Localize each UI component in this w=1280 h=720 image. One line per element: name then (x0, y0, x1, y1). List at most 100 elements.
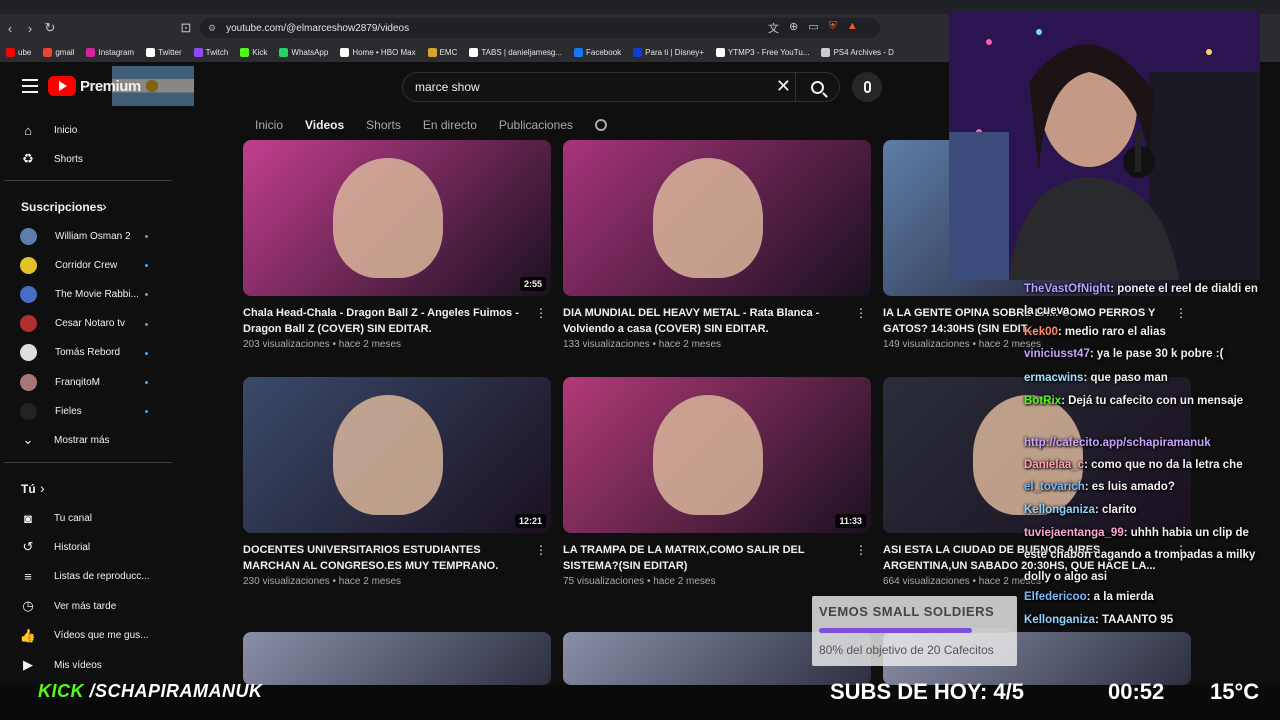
chat-text: : Dejá tu cafecito con un mensaje (1061, 395, 1244, 407)
sidebar-subscription[interactable]: Fieles (20, 401, 170, 421)
video-title[interactable]: Chala Head-Chala - Dragon Ball Z - Angel… (243, 305, 531, 337)
video-thumbnail[interactable]: 12:21 (243, 377, 551, 533)
sidebar-divider (4, 462, 172, 463)
sidebar-item-you[interactable]: ▶ Mis vídeos (20, 655, 170, 675)
tab-inicio[interactable]: Inicio (255, 118, 283, 132)
bookmark-item[interactable]: Facebook (574, 47, 621, 57)
thumbnail-figure (333, 158, 443, 278)
video-thumbnail[interactable] (243, 632, 551, 685)
bookmark-item[interactable]: gmail (43, 47, 75, 57)
video-card[interactable]: 2:55 Chala Head-Chala - Dragon Ball Z - A… (243, 140, 551, 350)
bookmark-item[interactable]: Kick (240, 47, 267, 57)
chat-username[interactable]: TheVastOfNight (1024, 283, 1110, 295)
chat-username[interactable]: Kellonganiza (1024, 504, 1095, 516)
bookmark-item[interactable]: Twitch (193, 47, 228, 57)
video-card[interactable] (243, 632, 551, 685)
bookmark-item[interactable]: Para ti | Disney+ (633, 47, 704, 57)
tab-en-directo[interactable]: En directo (423, 118, 477, 132)
bookmark-item[interactable]: Home • HBO Max (340, 47, 416, 57)
more-actions-icon[interactable]: ⋮ (535, 306, 547, 320)
sidebar-item-shorts[interactable]: ♻ Shorts (20, 149, 170, 169)
sidebar-subscription[interactable]: Cesar Notaro tv (20, 314, 170, 334)
bookmark-item[interactable]: WhatsApp (279, 47, 328, 57)
more-actions-icon[interactable]: ⋮ (535, 543, 547, 557)
tab-videos[interactable]: Videos (305, 118, 344, 132)
goal-progress-fill (819, 628, 972, 633)
translate-icon[interactable]: 文 (768, 20, 779, 36)
bookmark-item[interactable]: YTMP3 - Free YouTu... (715, 47, 809, 57)
sidebar-item-you[interactable]: ≡ Listas de reproducc... (20, 567, 170, 587)
sidebar-item-inicio[interactable]: ⌂ Inicio (20, 120, 170, 140)
chat-username[interactable]: viniciusst47 (1024, 348, 1090, 360)
sidebar-subscription[interactable]: Corridor Crew (20, 255, 170, 275)
chat-text: : medio raro el alias (1057, 326, 1166, 338)
clear-search-icon[interactable]: ✕ (776, 76, 791, 97)
chat-username[interactable]: tuviejaentanga_99 (1024, 527, 1124, 539)
bookmark-item[interactable]: TABS | danieljamesg... (469, 47, 562, 57)
video-thumbnail[interactable] (563, 140, 871, 296)
more-actions-icon[interactable]: ⋮ (855, 306, 867, 320)
menu-icon[interactable] (22, 79, 38, 93)
bookmark-item[interactable]: Instagram (86, 47, 134, 57)
chat-text: : es luis amado? (1084, 481, 1175, 493)
voice-search-button[interactable] (852, 72, 882, 102)
bookmark-icon (43, 47, 53, 57)
cast-icon[interactable]: ▭ (808, 20, 818, 36)
video-card[interactable]: 11:33 LA TRAMPA DE LA MATRIX,COMO SALIR D… (563, 377, 871, 587)
goal-title: VEMOS SMALL SOLDIERS (819, 604, 995, 619)
new-content-dot (145, 351, 148, 355)
bookmark-item[interactable]: EMC (427, 47, 457, 57)
video-title[interactable]: LA TRAMPA DE LA MATRIX,COMO SALIR DEL SI… (563, 542, 851, 574)
sidebar-subscription[interactable]: FranqitoM (20, 372, 170, 392)
tab-shorts[interactable]: Shorts (366, 118, 401, 132)
chat-username[interactable]: Kellonganiza (1024, 614, 1095, 626)
bookmark-icon (340, 47, 350, 57)
forward-icon[interactable]: › (20, 21, 40, 36)
search-input[interactable] (415, 80, 745, 94)
zoom-icon[interactable]: ⊕ (789, 20, 798, 36)
video-thumbnail[interactable]: 11:33 (563, 377, 871, 533)
brave-rewards-icon[interactable]: ▲ (847, 20, 858, 36)
chat-username[interactable]: Kek00 (1024, 326, 1058, 338)
sidebar-item-you[interactable]: ↺ Historial (20, 537, 170, 557)
show-more-button[interactable]: ⌄ Mostrar más (20, 430, 170, 450)
tab-publicaciones[interactable]: Publicaciones (499, 118, 573, 132)
search-button[interactable] (795, 73, 839, 101)
youtube-logo[interactable]: Premium (48, 76, 141, 96)
bookmark-item[interactable]: PS4 Archives - D (821, 47, 894, 57)
chat-username[interactable]: ermacwins (1024, 372, 1083, 384)
video-card[interactable]: 12:21 DOCENTES UNIVERSITARIOS ESTUDIANTES… (243, 377, 551, 587)
subs-counter: SUBS DE HOY: 4/5 (830, 679, 1024, 704)
video-title[interactable]: DOCENTES UNIVERSITARIOS ESTUDIANTES MARC… (243, 542, 531, 574)
bookmark-item[interactable]: ube (6, 47, 31, 57)
brave-shield-icon[interactable]: ⛨ (829, 20, 837, 36)
site-info-icon[interactable]: ⚙ (208, 23, 216, 34)
bookmark-icon[interactable]: ⊡ (176, 20, 196, 36)
channel-tabs: Inicio Videos Shorts En directo Publicacione… (255, 112, 607, 138)
sidebar-subscription[interactable]: William Osman 2 (20, 226, 170, 246)
sidebar-subscription[interactable]: Tomás Rebord (20, 343, 170, 363)
reload-icon[interactable]: ↻ (40, 20, 60, 36)
watch-later-icon: ◷ (22, 598, 34, 614)
back-icon[interactable]: ‹ (0, 21, 20, 36)
video-title[interactable]: DIA MUNDIAL DEL HEAVY METAL - Rata Blanc… (563, 305, 851, 337)
sidebar-item-you[interactable]: 👍 Vídeos que me gus... (20, 626, 170, 646)
sidebar-subscription[interactable]: The Movie Rabbi... (20, 284, 170, 304)
chat-username[interactable]: BotRix (1024, 395, 1061, 407)
bookmark-label: gmail (55, 47, 75, 57)
bookmark-item[interactable]: Twitter (146, 47, 182, 57)
subscriptions-heading[interactable]: Suscripciones (21, 200, 103, 214)
video-thumbnail[interactable]: 2:55 (243, 140, 551, 296)
chat-username[interactable]: Danielaa_c (1024, 459, 1084, 471)
meta-separator: • (329, 576, 339, 587)
you-heading[interactable]: Tú (21, 482, 36, 496)
channel-search-icon[interactable] (594, 119, 607, 131)
chat-username[interactable]: Elfedericoo (1024, 591, 1087, 603)
bookmark-icon (574, 47, 584, 57)
more-actions-icon[interactable]: ⋮ (855, 543, 867, 557)
sidebar-item-you[interactable]: ◙ Tu canal (20, 508, 170, 528)
chat-username[interactable]: el_tovarich (1024, 481, 1085, 493)
sidebar-item-you[interactable]: ◷ Ver más tarde (20, 596, 170, 616)
video-card[interactable]: DIA MUNDIAL DEL HEAVY METAL - Rata Blanc… (563, 140, 871, 350)
bookmark-icon (6, 47, 15, 57)
